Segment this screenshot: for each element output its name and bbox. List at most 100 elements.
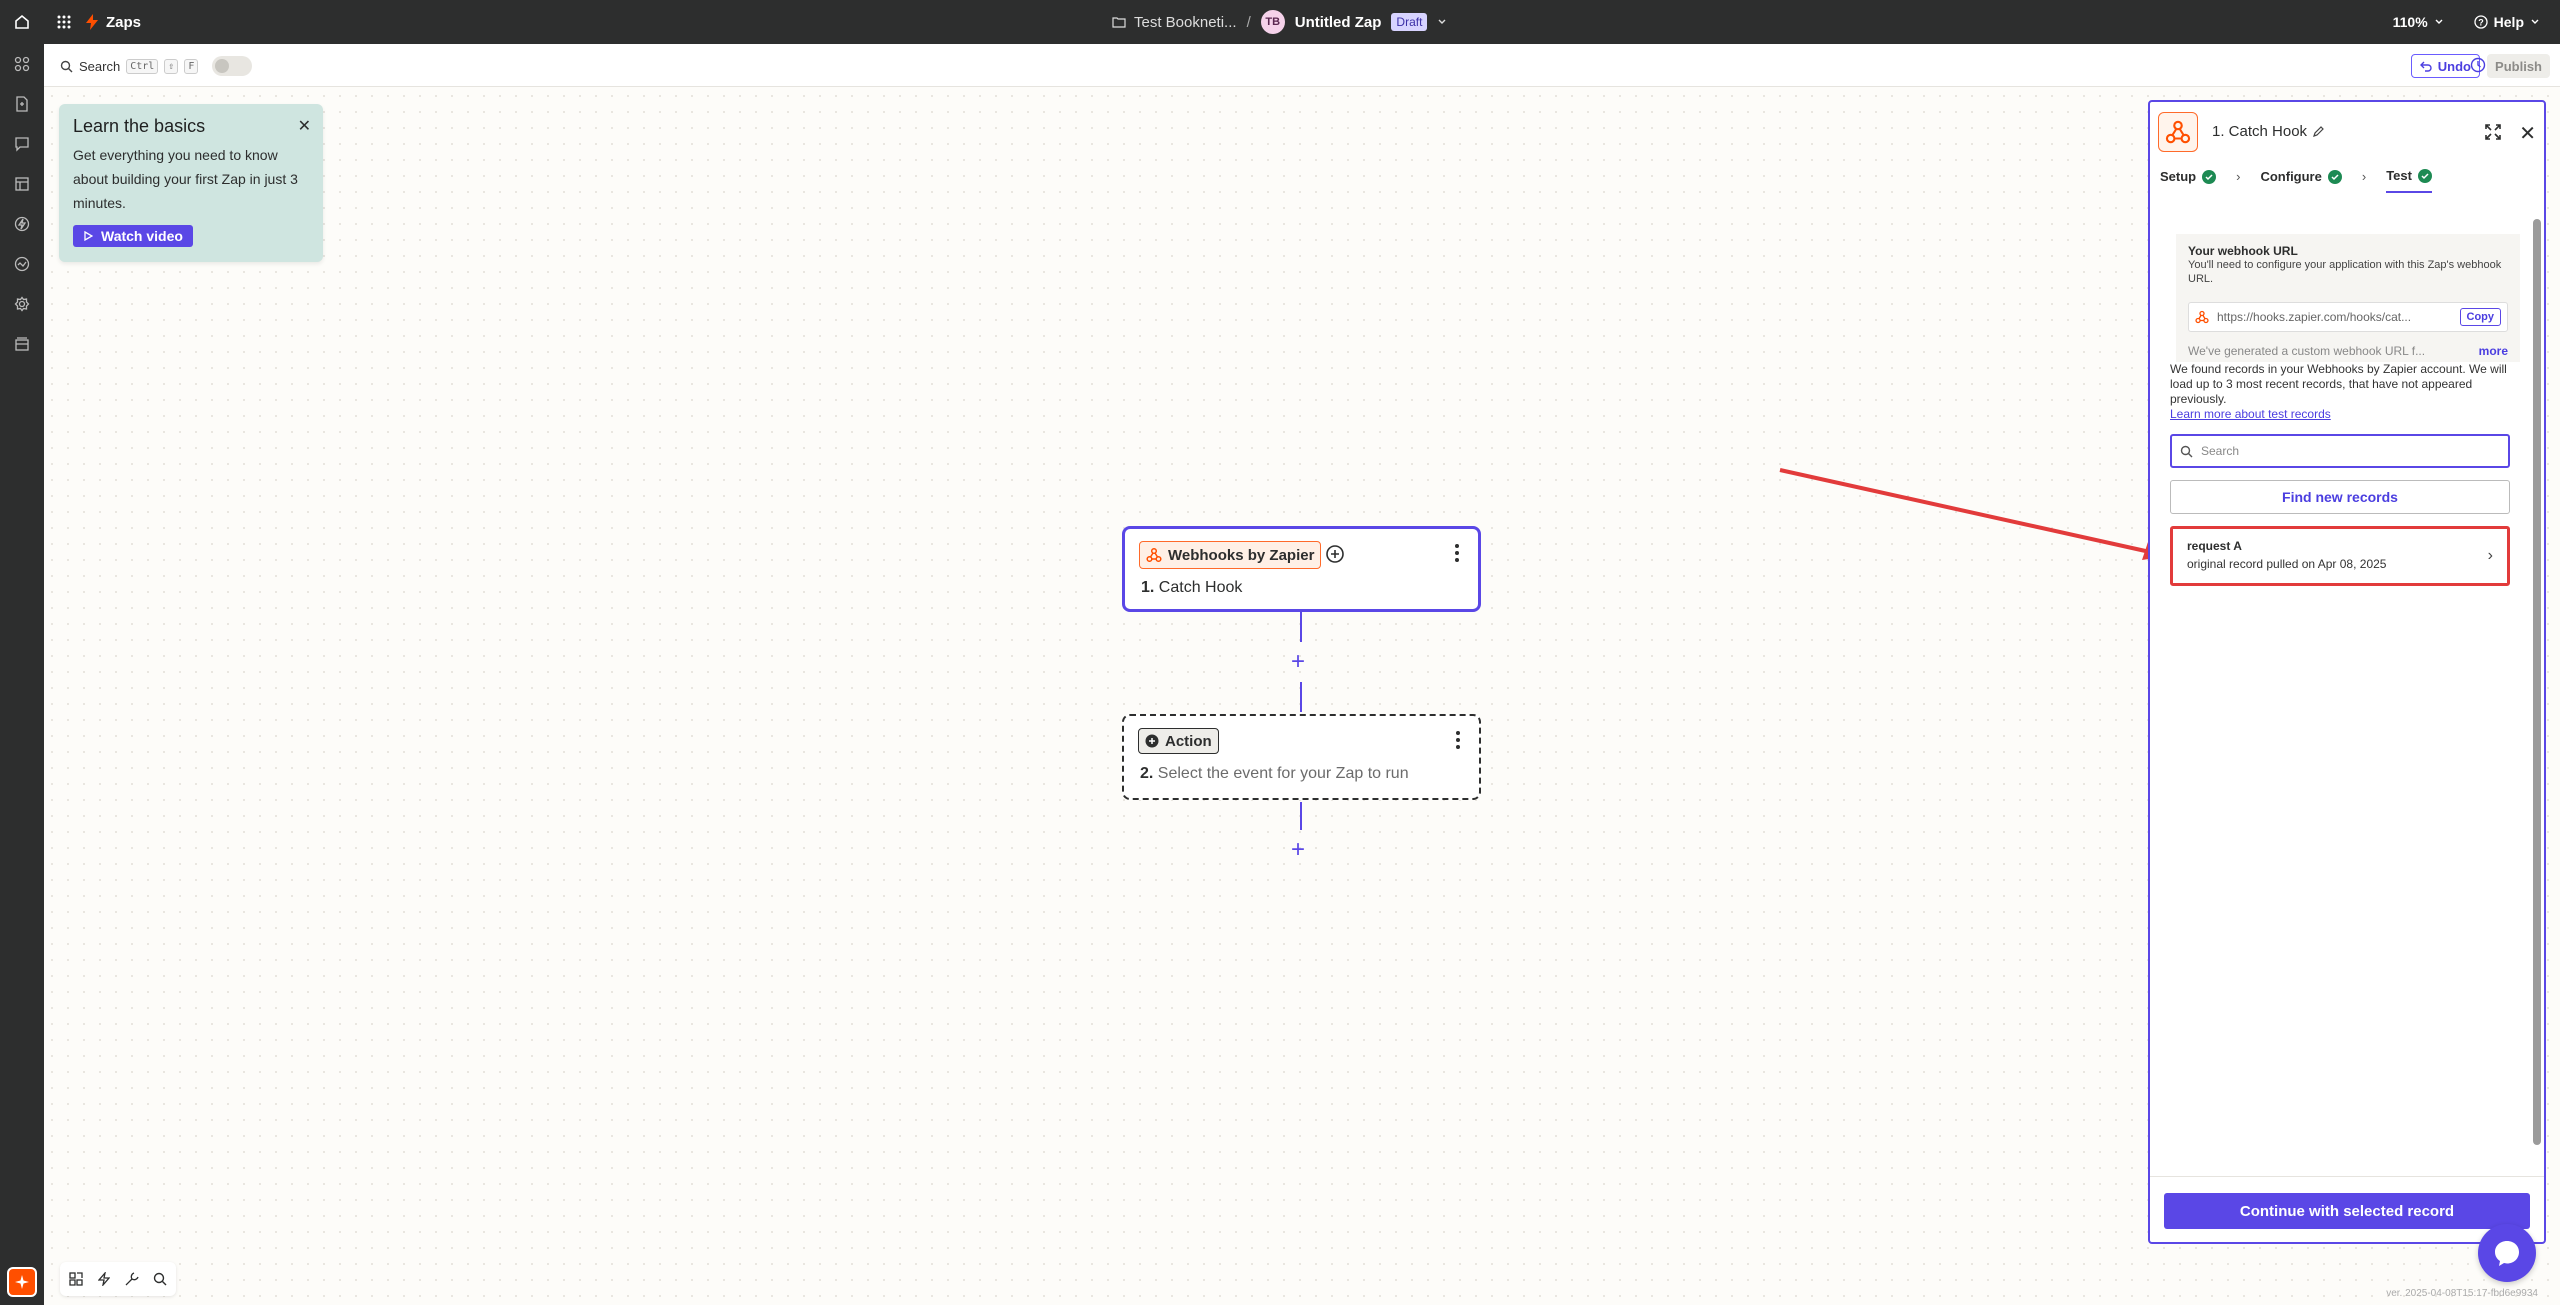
- more-options-icon[interactable]: [1455, 730, 1461, 750]
- layout-icon[interactable]: [68, 1271, 84, 1287]
- record-title: request A: [2187, 539, 2242, 553]
- archive-icon[interactable]: [0, 324, 44, 364]
- webhook-description: You'll need to configure your applicatio…: [2188, 259, 2502, 285]
- tab-configure[interactable]: Configure: [2260, 169, 2342, 192]
- home-icon[interactable]: [0, 0, 44, 44]
- version-label: ver. 2025-04-08T15:17-fbd6e9934: [2386, 1288, 2538, 1299]
- records-search-input[interactable]: Search: [2170, 434, 2510, 468]
- copy-button[interactable]: Copy: [2459, 308, 2501, 326]
- help-label: Help: [2493, 14, 2524, 30]
- edit-pencil-icon: [2313, 126, 2324, 137]
- step-name: Select the event for your Zap to run: [1157, 765, 1409, 782]
- search-icon[interactable]: [152, 1271, 168, 1287]
- more-link[interactable]: more: [2479, 344, 2508, 358]
- webhook-url-field[interactable]: https://hooks.zapier.com/hooks/cat... Co…: [2188, 302, 2508, 332]
- app-title[interactable]: Zaps: [106, 14, 141, 31]
- zoom-control[interactable]: 110%: [2393, 14, 2444, 30]
- webhook-heading: Your webhook URL: [2188, 244, 2298, 258]
- avatar[interactable]: TB: [1260, 10, 1285, 34]
- tab-label: Setup: [2160, 169, 2197, 184]
- step-title: 2. Select the event for your Zap to run: [1140, 765, 1409, 783]
- trigger-step-card[interactable]: Webhooks by Zapier 1. Catch Hook: [1122, 526, 1481, 612]
- tab-setup[interactable]: Setup: [2160, 169, 2217, 192]
- tab-label: Test: [2386, 168, 2412, 183]
- history-icon[interactable]: [0, 244, 44, 284]
- webhook-url-section: Your webhook URL You'll need to configur…: [2176, 234, 2520, 362]
- shortcut-key: Ctrl: [126, 58, 159, 74]
- chat-icon[interactable]: [0, 124, 44, 164]
- webhook-icon: [2195, 310, 2209, 324]
- chevron-down-icon[interactable]: [1437, 17, 1447, 27]
- folder-name: Test Bookneti...: [1134, 13, 1237, 31]
- apps-icon[interactable]: [0, 44, 44, 84]
- add-step-icon[interactable]: +: [1291, 838, 1305, 862]
- zap-bolt-icon: [86, 14, 98, 30]
- top-right-controls: 110% ? Help: [2393, 0, 2540, 44]
- help-menu[interactable]: ? Help: [2474, 14, 2540, 30]
- wrench-icon[interactable]: [124, 1271, 140, 1287]
- canvas-toggle[interactable]: [212, 56, 253, 76]
- version-history-icon[interactable]: [2470, 57, 2486, 73]
- lightning-icon[interactable]: [0, 204, 44, 244]
- app-chip: Webhooks by Zapier: [1139, 541, 1322, 569]
- breadcrumb: Test Bookneti... / TB Untitled Zap Draft: [1112, 0, 1447, 44]
- check-icon: [2417, 168, 2432, 183]
- panel-title-text: 1. Catch Hook: [2212, 123, 2308, 140]
- more-options-icon[interactable]: [1454, 543, 1460, 563]
- record-item[interactable]: request A original record pulled on Apr …: [2170, 526, 2510, 586]
- generated-note: We've generated a custom webhook URL f..…: [2188, 344, 2508, 358]
- editor-toolbar: Search Ctrl ⇧ F Undo Publish: [44, 44, 2560, 87]
- canvas-search[interactable]: Search Ctrl ⇧ F: [60, 56, 253, 76]
- help-icon: ?: [2474, 15, 2488, 29]
- learn-basics-card: Learn the basics ✕ Get everything you ne…: [59, 104, 323, 262]
- panel-body: Your webhook URL You'll need to configur…: [2150, 206, 2544, 1276]
- panel-header: 1. Catch Hook ✕: [2158, 112, 2538, 152]
- chat-support-icon[interactable]: [2478, 1224, 2536, 1282]
- connector-line: [1300, 802, 1302, 830]
- add-circle-icon[interactable]: [1325, 544, 1345, 564]
- shortcut-key: F: [184, 58, 199, 74]
- settings-icon[interactable]: [0, 284, 44, 324]
- app-grid-icon[interactable]: [52, 14, 76, 30]
- lightning-icon[interactable]: [96, 1271, 112, 1287]
- record-subtitle: original record pulled on Apr 08, 2025: [2187, 557, 2387, 571]
- chevron-right-icon: ›: [2487, 547, 2493, 564]
- expand-icon[interactable]: [2484, 123, 2502, 141]
- close-icon[interactable]: ✕: [298, 116, 311, 136]
- check-icon: [2327, 169, 2342, 184]
- tab-test[interactable]: Test: [2386, 168, 2432, 193]
- add-step-icon[interactable]: +: [1291, 650, 1305, 674]
- connector-line: [1300, 612, 1302, 642]
- step-details-panel: 1. Catch Hook ✕ Setup › Configure › Test…: [2148, 100, 2546, 1244]
- folder-icon: [1112, 17, 1126, 28]
- svg-text:?: ?: [2478, 18, 2484, 28]
- step-number: 1.: [1141, 579, 1155, 596]
- chevron-down-icon: [2435, 19, 2443, 24]
- undo-icon: [2419, 61, 2432, 72]
- zoom-level: 110%: [2392, 14, 2428, 30]
- chevron-right-icon: ›: [2361, 169, 2367, 184]
- search-label: Search: [79, 58, 121, 74]
- search-placeholder: Search: [2201, 444, 2240, 458]
- panel-title[interactable]: 1. Catch Hook: [2212, 123, 2324, 140]
- find-new-records-button[interactable]: Find new records: [2170, 480, 2510, 514]
- document-icon[interactable]: [0, 84, 44, 124]
- step-number: 2.: [1140, 765, 1154, 782]
- found-records-description: We found records in your Webhooks by Zap…: [2170, 362, 2507, 406]
- breadcrumb-folder[interactable]: Test Bookneti...: [1112, 14, 1237, 31]
- table-icon[interactable]: [0, 164, 44, 204]
- step-name: Catch Hook: [1158, 579, 1243, 596]
- status-badge: Draft: [1391, 13, 1428, 31]
- continue-button[interactable]: Continue with selected record: [2164, 1193, 2530, 1229]
- close-icon[interactable]: ✕: [2519, 121, 2536, 146]
- webhook-icon: [1146, 547, 1162, 563]
- zap-name[interactable]: Untitled Zap: [1295, 14, 1382, 31]
- action-step-card[interactable]: Action 2. Select the event for your Zap …: [1122, 714, 1481, 800]
- learn-more-link[interactable]: Learn more about test records: [2170, 407, 2526, 422]
- check-icon: [2202, 169, 2217, 184]
- watch-video-button[interactable]: Watch video: [73, 225, 193, 247]
- publish-button[interactable]: Publish: [2487, 54, 2550, 78]
- copilot-icon[interactable]: [7, 1267, 37, 1297]
- panel-tabs: Setup › Configure › Test: [2160, 168, 2432, 193]
- search-icon: [2180, 445, 2193, 457]
